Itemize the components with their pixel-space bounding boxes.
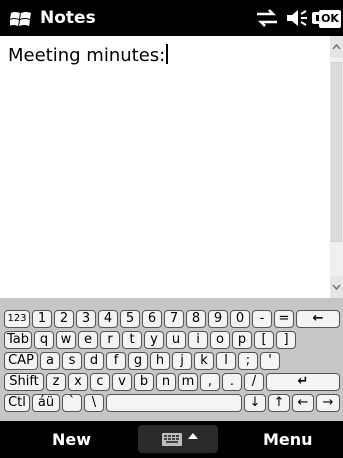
key-space[interactable]: [106, 394, 242, 412]
key-equals[interactable]: =: [274, 310, 294, 328]
key-semicolon[interactable]: ;: [238, 352, 258, 370]
ok-button[interactable]: OK: [319, 10, 341, 28]
key-backslash[interactable]: \: [84, 394, 104, 412]
key-w[interactable]: w: [56, 331, 76, 349]
key-comma[interactable]: ,: [200, 373, 220, 391]
key-apostrophe[interactable]: ': [260, 352, 280, 370]
key-right-bracket[interactable]: ]: [276, 331, 296, 349]
key-8[interactable]: 8: [186, 310, 206, 328]
key-enter[interactable]: ↵: [266, 373, 340, 391]
key-ctrl[interactable]: Ctl: [4, 394, 30, 412]
menu-softkey[interactable]: Menu: [263, 430, 313, 449]
key-d[interactable]: d: [84, 352, 104, 370]
key-minus[interactable]: -: [252, 310, 272, 328]
volume-icon[interactable]: [285, 8, 309, 28]
key-arrow-right[interactable]: →: [316, 394, 340, 412]
key-g[interactable]: g: [128, 352, 148, 370]
key-arrow-up[interactable]: ↑: [268, 394, 290, 412]
key-k[interactable]: k: [194, 352, 214, 370]
key-arrow-down[interactable]: ↓: [244, 394, 266, 412]
key-4[interactable]: 4: [98, 310, 118, 328]
key-c[interactable]: c: [90, 373, 110, 391]
note-text: Meeting minutes:: [8, 45, 166, 66]
key-x[interactable]: x: [68, 373, 88, 391]
key-z[interactable]: z: [46, 373, 66, 391]
key-j[interactable]: j: [172, 352, 192, 370]
key-period[interactable]: .: [222, 373, 242, 391]
key-slash[interactable]: /: [244, 373, 264, 391]
keyboard-icon: [162, 433, 198, 446]
key-q[interactable]: q: [34, 331, 54, 349]
key-2[interactable]: 2: [54, 310, 74, 328]
chevron-up-icon: [332, 43, 341, 50]
key-f[interactable]: f: [106, 352, 126, 370]
input-panel-button[interactable]: [138, 425, 218, 453]
key-accents[interactable]: áü: [32, 394, 60, 412]
key-l[interactable]: l: [216, 352, 236, 370]
note-editor[interactable]: Meeting minutes:: [0, 36, 330, 298]
key-o[interactable]: o: [210, 331, 230, 349]
key-3[interactable]: 3: [76, 310, 96, 328]
title-bar: Notes OK: [0, 0, 343, 36]
key-tab[interactable]: Tab: [4, 331, 32, 349]
key-1[interactable]: 1: [32, 310, 52, 328]
key-caps-lock[interactable]: CAP: [4, 352, 38, 370]
key-a[interactable]: a: [40, 352, 60, 370]
key-left-bracket[interactable]: [: [254, 331, 274, 349]
note-text-line[interactable]: Meeting minutes:: [8, 44, 169, 66]
key-m[interactable]: m: [178, 373, 198, 391]
scroll-up-button[interactable]: [330, 36, 343, 58]
text-caret: [166, 44, 169, 64]
key-e[interactable]: e: [78, 331, 98, 349]
key-backtick[interactable]: `: [62, 394, 82, 412]
key-y[interactable]: y: [144, 331, 164, 349]
soft-keyboard: 123 1 2 3 4 5 6 7 8 9 0 - = ← Tab q w e …: [0, 298, 343, 421]
key-9[interactable]: 9: [208, 310, 228, 328]
scroll-thumb[interactable]: [331, 62, 342, 242]
app-title: Notes: [40, 8, 96, 28]
key-i[interactable]: i: [188, 331, 208, 349]
softkey-bar: New Menu: [0, 421, 343, 458]
key-b[interactable]: b: [134, 373, 154, 391]
connectivity-icon[interactable]: [253, 8, 281, 28]
vertical-scrollbar[interactable]: [330, 36, 343, 298]
key-r[interactable]: r: [100, 331, 120, 349]
expand-up-icon: [188, 433, 198, 439]
key-0[interactable]: 0: [230, 310, 250, 328]
key-u[interactable]: u: [166, 331, 186, 349]
key-123[interactable]: 123: [4, 310, 30, 328]
key-7[interactable]: 7: [164, 310, 184, 328]
key-backspace[interactable]: ←: [296, 310, 340, 328]
chevron-down-icon: [332, 284, 341, 291]
windows-logo-icon[interactable]: [10, 10, 32, 28]
key-p[interactable]: p: [232, 331, 252, 349]
key-v[interactable]: v: [112, 373, 132, 391]
key-n[interactable]: n: [156, 373, 176, 391]
key-5[interactable]: 5: [120, 310, 140, 328]
key-6[interactable]: 6: [142, 310, 162, 328]
key-h[interactable]: h: [150, 352, 170, 370]
key-arrow-left[interactable]: ←: [292, 394, 314, 412]
key-shift[interactable]: Shift: [4, 373, 44, 391]
key-s[interactable]: s: [62, 352, 82, 370]
new-softkey[interactable]: New: [52, 430, 91, 449]
key-t[interactable]: t: [122, 331, 142, 349]
scroll-down-button[interactable]: [330, 276, 343, 298]
